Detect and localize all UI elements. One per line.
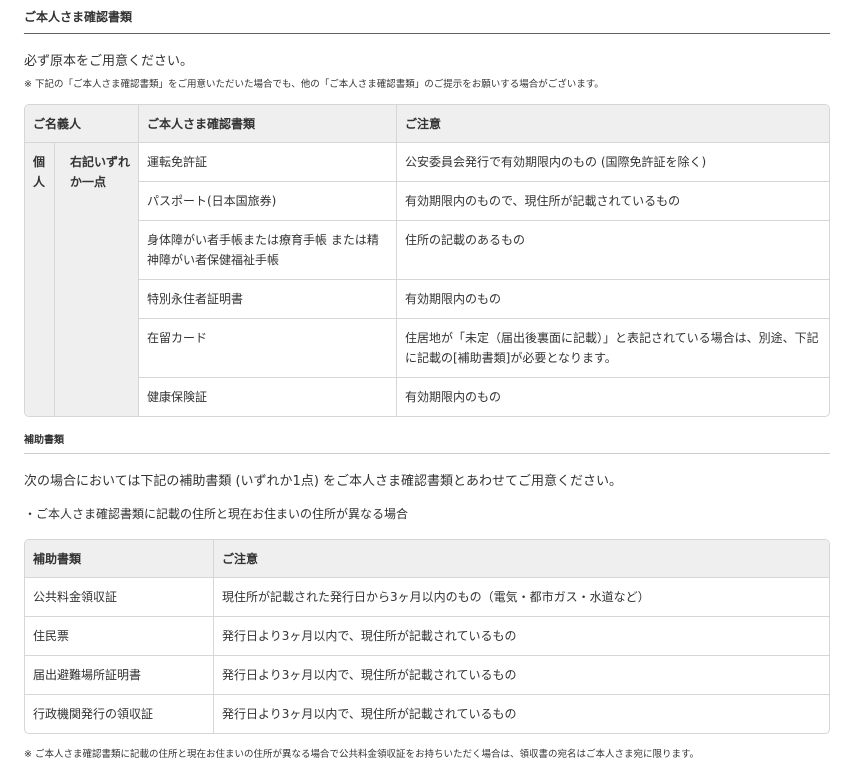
content: ご本人さま確認書類 必ず原本をご用意ください。 ※ 下記の「ご本人さま確認書類」… — [24, 0, 830, 762]
holder-label: 個人 — [33, 155, 46, 189]
header-holder: ご名義人 — [25, 105, 139, 143]
doc-cell: 在留カード — [139, 319, 397, 378]
table-row: パスポート(日本国旅券) 有効期限内のもので、現住所が記載されているもの — [25, 182, 829, 221]
table-row: 在留カード 住居地が「未定（届出後裏面に記載）」と表記されている場合は、別途、下… — [25, 319, 829, 378]
condition-cell: 右記いずれか一点 — [55, 143, 139, 416]
note-cell: 有効期限内のもので、現住所が記載されているもの — [397, 182, 829, 221]
aux-documents-table: 補助書類 ご注意 公共料金領収証 現住所が記載された発行日から3ヶ月以内のもの（… — [24, 539, 830, 734]
note-cell: 有効期限内のもの — [397, 280, 829, 319]
aux-note-cell: 現住所が記載された発行日から3ヶ月以内のもの（電気・都市ガス・水道など） — [214, 578, 829, 617]
table-row: 特別永住者証明書 有効期限内のもの — [25, 280, 829, 319]
header-aux-document: 補助書類 — [25, 540, 214, 578]
aux-note-cell: 発行日より3ヶ月以内で、現住所が記載されているもの — [222, 707, 517, 721]
header-note: ご注意 — [397, 105, 829, 143]
sub-case-text: ・ご本人さま確認書類に記載の住所と現在お住まいの住所が異なる場合 — [24, 507, 409, 521]
table-row: 住民票 発行日より3ヶ月以内で、現住所が記載されているもの — [25, 617, 829, 656]
note-text: ※ 下記の「ご本人さま確認書類」をご用意いただいた場合でも、他の「ご本人さま確認… — [24, 79, 604, 90]
sub-lead-text: 次の場合においては下記の補助書類 (いずれか1点) をご本人さま確認書類とあわせ… — [24, 474, 623, 489]
doc-cell: 身体障がい者手帳または療育手帳 または精神障がい者保健福祉手帳 — [139, 221, 397, 280]
aux-doc-cell: 公共料金領収証 — [25, 578, 214, 617]
note-cell: 住所の記載のあるもの — [397, 221, 829, 280]
condition-label: 右記いずれか一点 — [70, 155, 131, 189]
sub-section-title: 補助書類 — [24, 434, 830, 454]
note-cell: 住居地が「未定（届出後裏面に記載）」と表記されている場合は、別途、下記に記載の[… — [397, 319, 829, 378]
aux-doc-cell: 住民票 — [25, 617, 214, 656]
doc-cell: 運転免許証 — [139, 143, 397, 182]
header-aux-note: ご注意 — [214, 540, 829, 578]
table-row: 届出避難場所証明書 発行日より3ヶ月以内で、現住所が記載されているもの — [25, 656, 829, 695]
id-documents-table: ご名義人 ご本人さま確認書類 ご注意 個人 右記いずれか一点 運転免許証 公安委… — [24, 104, 830, 417]
note-cell: 公安委員会発行で有効期限内のもの (国際免許証を除く) — [397, 143, 829, 182]
holder-cell: 個人 — [25, 143, 55, 416]
aux-doc-cell: 届出避難場所証明書 — [25, 656, 214, 695]
aux-note-cell: 発行日より3ヶ月以内で、現住所が記載されているもの — [214, 617, 829, 656]
doc-cell: 特別永住者証明書 — [139, 280, 397, 319]
aux-doc-cell: 行政機関発行の領収証 — [25, 695, 214, 733]
note-cell: 有効期限内のもの — [405, 390, 502, 404]
table-row: 公共料金領収証 現住所が記載された発行日から3ヶ月以内のもの（電気・都市ガス・水… — [25, 578, 829, 617]
table-row: 個人 右記いずれか一点 運転免許証 公安委員会発行で有効期限内のもの (国際免許… — [25, 143, 829, 416]
footnote-text: ※ ご本人さま確認書類に記載の住所と現在お住まいの住所が異なる場合で公共料金領収… — [24, 749, 700, 760]
doc-cell: 健康保険証 — [139, 378, 397, 416]
doc-cell: パスポート(日本国旅券) — [139, 182, 397, 221]
table-row: 身体障がい者手帳または療育手帳 または精神障がい者保健福祉手帳 住所の記載のある… — [25, 221, 829, 280]
table-row: 健康保険証 有効期限内のもの — [25, 378, 829, 416]
section-title: ご本人さま確認書類 — [24, 10, 830, 34]
lead-text: 必ず原本をご用意ください。 — [24, 54, 194, 69]
table-row: 行政機関発行の領収証 発行日より3ヶ月以内で、現住所が記載されているもの — [25, 695, 829, 733]
aux-note-cell: 発行日より3ヶ月以内で、現住所が記載されているもの — [214, 656, 829, 695]
header-document: ご本人さま確認書類 — [139, 105, 397, 143]
